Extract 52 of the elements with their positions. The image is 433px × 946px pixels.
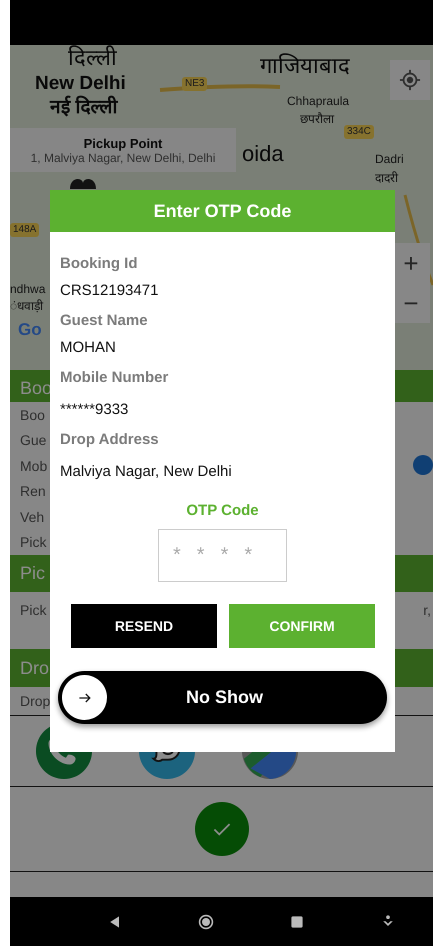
detail-label: Drop <box>20 693 50 709</box>
home-icon[interactable] <box>198 914 214 930</box>
slider-label: No Show <box>185 687 264 708</box>
map-label: Chhapraula <box>287 95 350 109</box>
detail-label: Veh <box>20 508 44 525</box>
map-label: नई दिल्ली <box>50 97 118 119</box>
section-title: Pic <box>20 563 46 584</box>
detail-label: Ren <box>20 483 46 500</box>
section-title: Dro <box>20 658 50 678</box>
confirm-button[interactable]: CONFIRM <box>229 604 375 648</box>
resend-button[interactable]: RESEND <box>71 604 217 648</box>
complete-button[interactable] <box>194 802 248 856</box>
detail-label: Mob <box>20 458 48 474</box>
swipe-slider[interactable]: No Show <box>58 671 387 724</box>
map-label: ंधवाड़ी <box>10 300 43 314</box>
detail-label: Gue <box>20 432 46 448</box>
pickup-title: Pickup Point <box>84 136 162 150</box>
my-location-button[interactable] <box>390 60 430 100</box>
detail-label: Pick <box>20 602 46 618</box>
location-target-icon <box>399 69 421 91</box>
map-label: दिल्ली <box>68 45 117 70</box>
field-label: Mobile Number <box>60 368 170 388</box>
recents-icon[interactable] <box>288 914 305 930</box>
map-label: छपरौला <box>300 113 334 127</box>
map-label: ndhwa <box>10 283 46 297</box>
zoom-out-button[interactable]: − <box>392 283 430 323</box>
detail-label: Pick <box>20 534 46 550</box>
zoom-in-button[interactable]: + <box>392 243 430 283</box>
otp-input-field[interactable]: **** <box>158 529 287 582</box>
detail-label: Boo <box>20 406 45 423</box>
call-icon[interactable] <box>413 455 433 475</box>
map-label: गाजियाबाद <box>260 53 350 78</box>
map-logo: Go <box>18 320 42 340</box>
field-value: ******9333 <box>60 400 130 420</box>
pickup-address: 1, Malviya Nagar, New Delhi, Delhi <box>30 150 216 164</box>
slider-handle[interactable] <box>62 675 107 720</box>
road-number: 148A <box>10 223 40 236</box>
dialog-title: Enter OTP Code <box>154 200 292 222</box>
map-label: oida <box>242 141 284 166</box>
map-label: Dadri <box>375 153 404 167</box>
field-label: Drop Address <box>60 430 160 450</box>
field-label: Guest Name <box>60 311 149 331</box>
map-label: New Delhi <box>35 73 126 95</box>
map-label: दादरी <box>375 172 398 186</box>
detail-value: r, <box>423 602 431 618</box>
otp-label: OTP Code <box>186 502 259 519</box>
field-value: MOHAN <box>60 338 117 358</box>
field-value: CRS12193471 <box>60 281 160 301</box>
road-number: NE3 <box>182 77 208 90</box>
road-number: 334C <box>344 125 374 138</box>
field-value: Malviya Nagar, New Delhi <box>60 462 233 482</box>
field-label: Booking Id <box>60 254 138 274</box>
